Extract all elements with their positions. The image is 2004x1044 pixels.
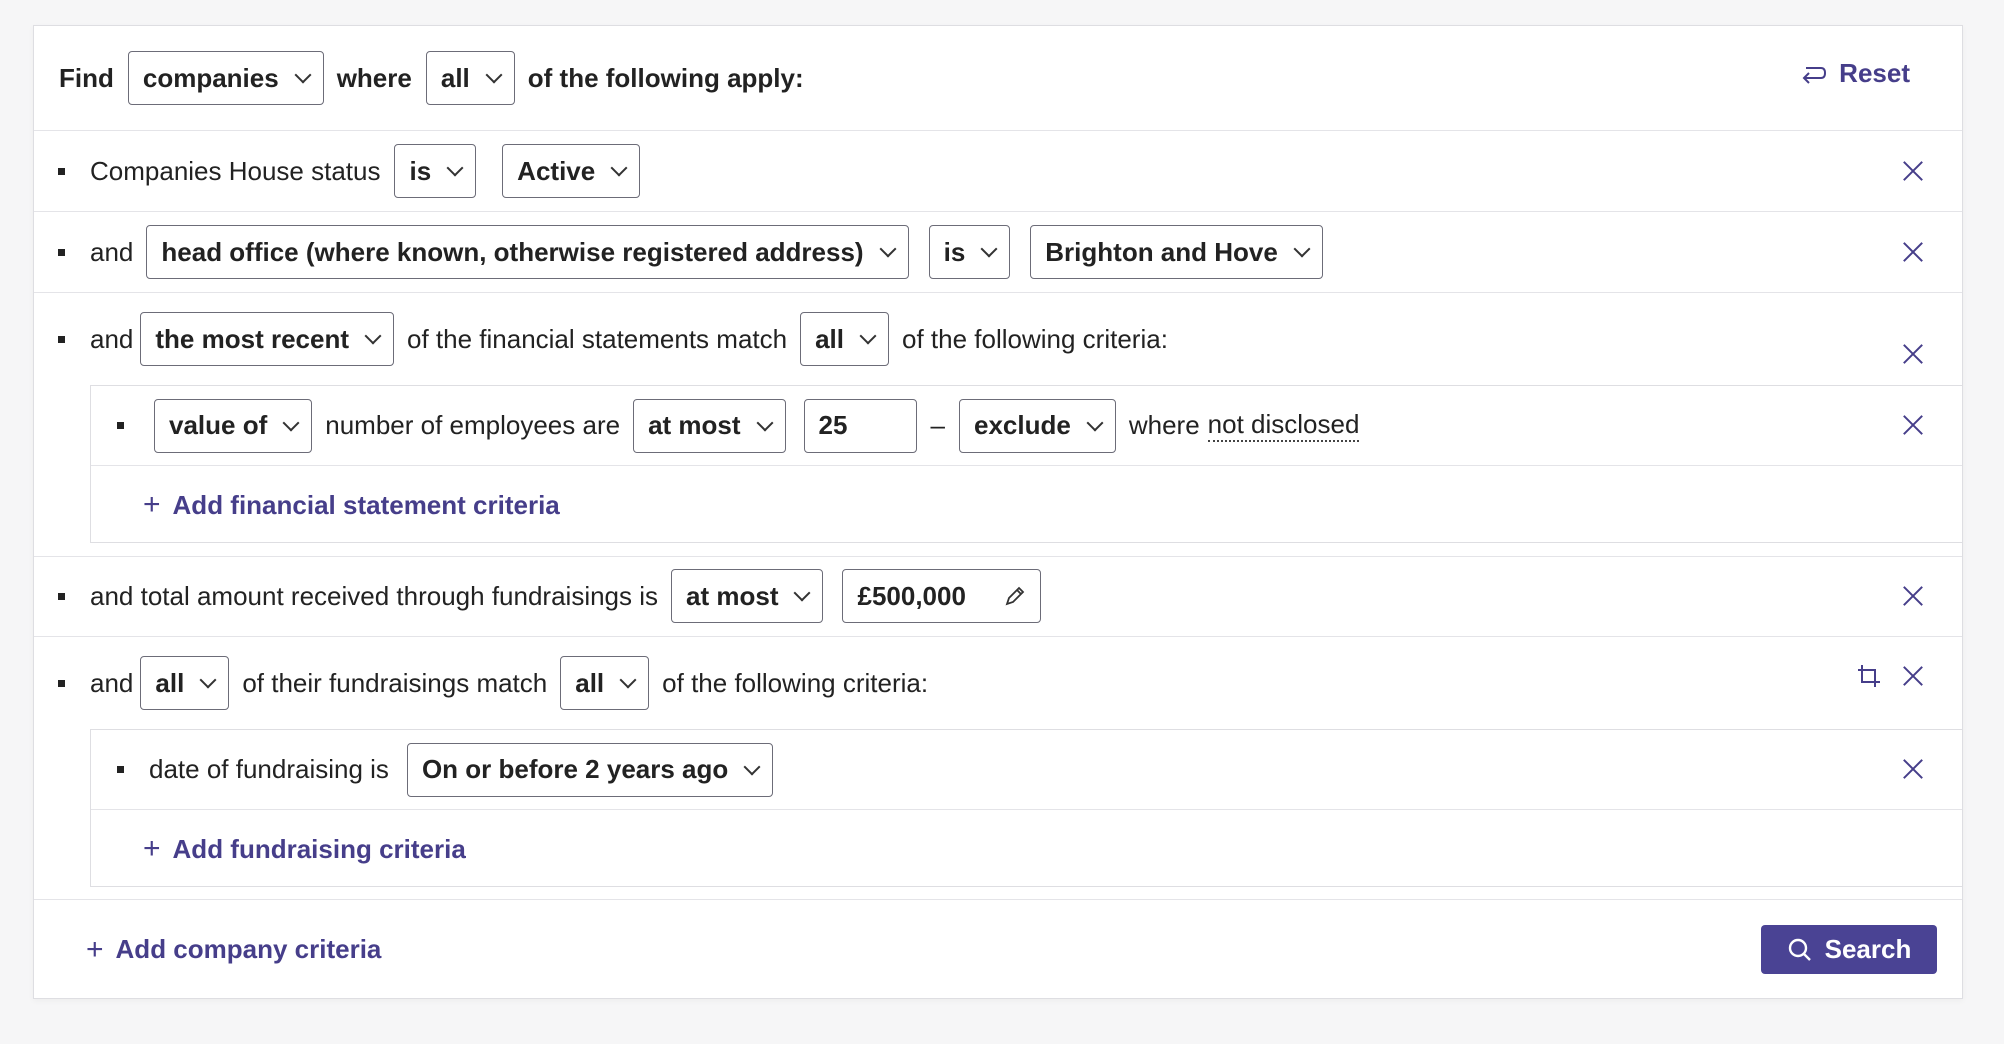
entity-select[interactable]: companies	[127, 51, 324, 105]
chevron-down-icon	[1086, 414, 1104, 431]
dash-label: –	[930, 410, 946, 440]
employees-label: number of employees are	[325, 410, 621, 440]
remove-group-close-icon[interactable]	[1902, 665, 1924, 687]
where-label: where	[336, 62, 412, 93]
chevron-down-icon	[980, 240, 998, 258]
remove-criteria-close-icon[interactable]	[1902, 585, 1924, 607]
fundraisings-mid-label: of their fundraisings match	[242, 667, 548, 698]
not-disclosed-term[interactable]: not disclosed	[1207, 409, 1360, 442]
where-label: where	[1128, 410, 1200, 440]
remove-criteria-close-icon[interactable]	[1902, 160, 1924, 182]
status-op-select[interactable]: is	[394, 144, 477, 198]
remove-criteria-close-icon[interactable]	[1902, 241, 1924, 263]
fundraising-op-select[interactable]: at most	[671, 569, 824, 623]
undo-icon	[1802, 66, 1827, 84]
add-fundraising-row: + Add fundraising criteria	[91, 810, 1962, 888]
financial-subcriteria: value of number of employees are at most…	[90, 385, 1962, 543]
plus-icon: +	[143, 832, 161, 865]
fundraisings-tail-label: of the following criteria:	[662, 667, 929, 698]
pencil-icon	[1006, 586, 1025, 606]
criteria-row-financial: and the most recent of the financial sta…	[34, 293, 1962, 385]
office-op-select[interactable]: is	[928, 225, 1011, 279]
crop-icon[interactable]	[1856, 663, 1882, 689]
financial-match-select[interactable]: all	[800, 312, 890, 366]
query-footer: + Add company criteria Search	[34, 899, 1962, 999]
criteria-row-status: Companies House status is Active	[34, 131, 1962, 212]
bullet	[117, 422, 124, 429]
financial-which-select[interactable]: the most recent	[140, 312, 394, 366]
exclude-select[interactable]: exclude	[959, 398, 1116, 453]
and-label: and	[90, 323, 134, 354]
fundraising-amount-input[interactable]: £500,000	[842, 569, 1042, 623]
and-label: and	[90, 236, 134, 267]
bullet	[58, 167, 65, 175]
subcriteria-row-date: date of fundraising is On or before 2 ye…	[91, 730, 1962, 810]
date-select[interactable]: On or before 2 years ago	[406, 742, 774, 797]
plus-icon: +	[143, 488, 161, 521]
remove-group-close-icon[interactable]	[1902, 343, 1924, 365]
chevron-down-icon	[485, 66, 503, 84]
add-financial-row: + Add financial statement criteria	[91, 466, 1962, 544]
chevron-down-icon	[199, 671, 217, 689]
fundraisings-which-select[interactable]: all	[140, 656, 230, 710]
add-fundraising-criteria-link[interactable]: + Add fundraising criteria	[143, 832, 466, 866]
financial-mid-label: of the financial statements match	[407, 323, 788, 354]
value-of-select[interactable]: value of	[154, 398, 313, 453]
query-header: Find companies where all of the followin…	[34, 26, 1962, 131]
bullet	[58, 248, 65, 256]
chevron-down-icon	[793, 584, 811, 602]
status-value-select[interactable]: Active	[502, 144, 641, 198]
search-button[interactable]: Search	[1761, 925, 1937, 974]
chevron-down-icon	[743, 758, 761, 775]
office-field-select[interactable]: head office (where known, otherwise regi…	[146, 225, 909, 279]
apply-label: of the following apply:	[527, 62, 804, 93]
remove-subcriteria-close-icon[interactable]	[1902, 414, 1924, 436]
criteria-row-fundraising-total: and total amount received through fundra…	[34, 556, 1962, 637]
bullet	[117, 766, 124, 773]
bullet	[58, 592, 65, 600]
chevron-down-icon	[1293, 240, 1311, 258]
find-label: Find	[59, 62, 114, 93]
chevron-down-icon	[282, 414, 300, 431]
fundraising-subcriteria: date of fundraising is On or before 2 ye…	[90, 729, 1962, 887]
bullet	[58, 679, 65, 687]
chevron-down-icon	[610, 159, 628, 177]
and-label: and	[90, 667, 134, 698]
financial-tail-label: of the following criteria:	[902, 323, 1168, 354]
chevron-down-icon	[756, 414, 774, 431]
chevron-down-icon	[619, 671, 637, 689]
chevron-down-icon	[879, 240, 897, 258]
employees-op-select[interactable]: at most	[633, 398, 786, 453]
chevron-down-icon	[446, 159, 464, 177]
match-select[interactable]: all	[425, 51, 515, 105]
chevron-down-icon	[859, 327, 877, 345]
search-icon	[1788, 938, 1811, 961]
criteria-row-office: and head office (where known, otherwise …	[34, 212, 1962, 293]
subcriteria-row-employees: value of number of employees are at most…	[91, 386, 1962, 466]
employees-amount-input[interactable]: 25	[803, 398, 917, 453]
plus-icon: +	[86, 932, 104, 966]
chevron-down-icon	[294, 66, 312, 84]
chevron-down-icon	[364, 327, 382, 345]
query-builder-panel: Find companies where all of the followin…	[33, 25, 1963, 999]
criteria-row-fundraisings: and all of their fundraisings match all …	[34, 637, 1962, 729]
add-financial-criteria-link[interactable]: + Add financial statement criteria	[143, 488, 560, 522]
fundraisings-match-select[interactable]: all	[560, 656, 650, 710]
fundraising-total-label: and total amount received through fundra…	[90, 580, 659, 611]
date-label: date of fundraising is	[149, 754, 389, 784]
office-value-select[interactable]: Brighton and Hove	[1030, 225, 1323, 279]
bullet	[58, 335, 65, 343]
status-label: Companies House status	[90, 155, 381, 186]
remove-subcriteria-close-icon[interactable]	[1902, 758, 1924, 780]
reset-button[interactable]: Reset	[1801, 58, 1910, 89]
add-company-criteria-link[interactable]: + Add company criteria	[86, 933, 381, 967]
